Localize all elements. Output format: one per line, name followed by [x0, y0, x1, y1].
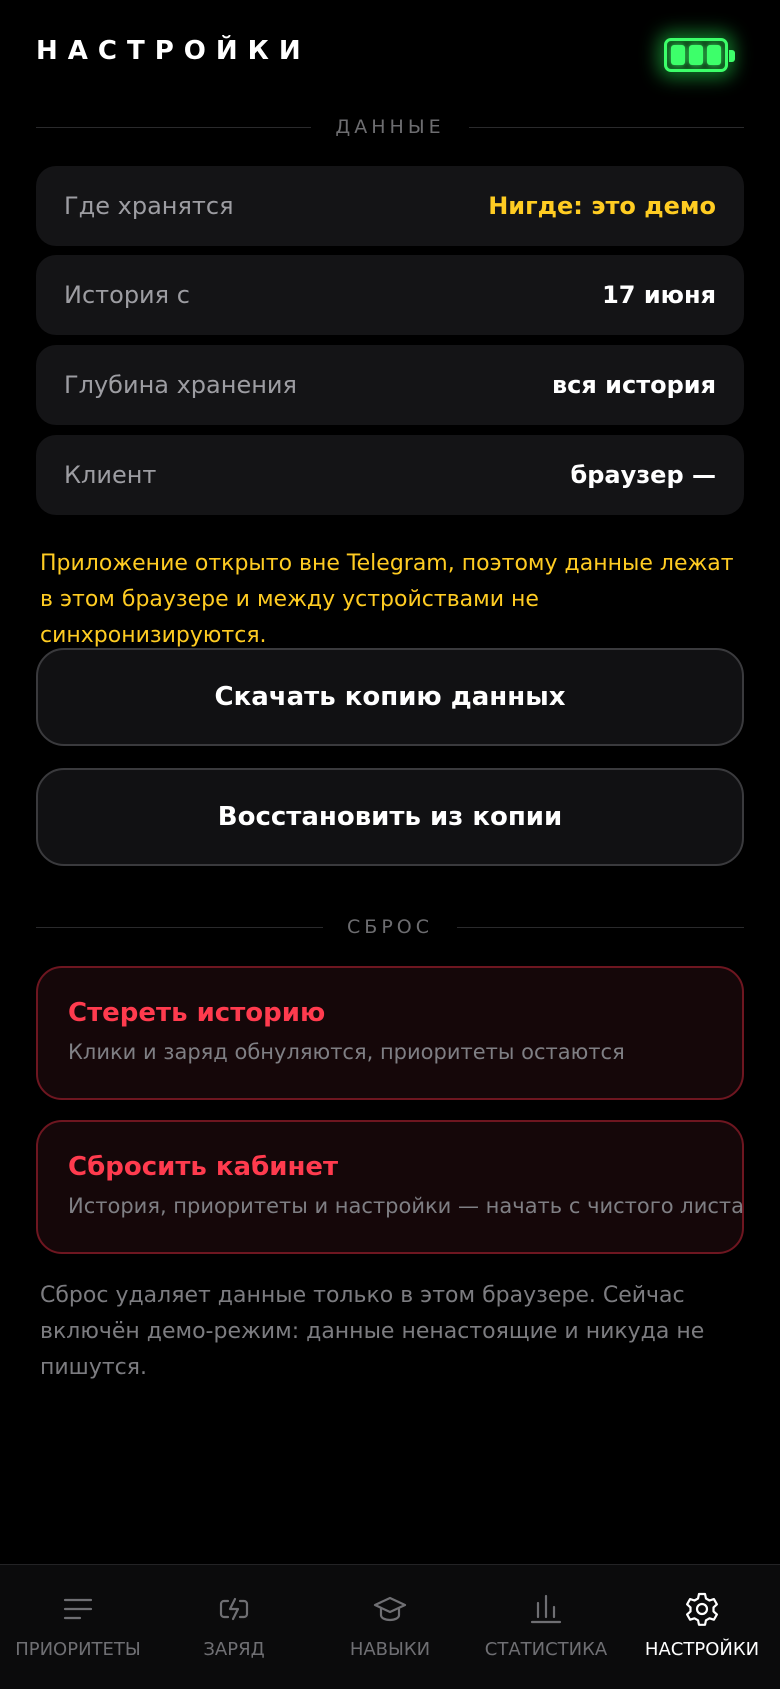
divider-line	[36, 126, 312, 128]
info-row-storage: Где хранятся Нигде: это демо	[36, 166, 744, 246]
reset-cabinet-button[interactable]: Сбросить кабинет История, приоритеты и н…	[36, 1120, 744, 1254]
tab-skills[interactable]: НАВЫКИ	[312, 1565, 468, 1689]
section-divider-reset: СБРОС	[36, 916, 745, 938]
list-icon	[63, 1598, 93, 1620]
reset-footnote: Сброс удаляет данные только в этом брауз…	[40, 1283, 705, 1380]
section-label-data: ДАННЫЕ	[335, 116, 445, 138]
restore-copy-button[interactable]: Восстановить из копии	[36, 768, 744, 866]
tab-label: НАСТРОЙКИ	[644, 1639, 760, 1660]
info-row-key: История с	[64, 281, 190, 309]
battery-cell	[707, 45, 721, 65]
tab-label: ЗАРЯД	[203, 1639, 265, 1660]
info-row-key: Где хранятся	[64, 192, 234, 220]
sync-notice: Приложение открыто вне Telegram, поэтому…	[40, 551, 734, 648]
divider-line	[36, 926, 324, 928]
tab-label: СТАТИСТИКА	[484, 1639, 608, 1660]
info-row-value: вся история	[551, 371, 716, 399]
tab-charge[interactable]: ЗАРЯД	[156, 1565, 312, 1689]
clear-history-title: Стереть историю	[68, 998, 326, 1028]
tab-priorities[interactable]: ПРИОРИТЕТЫ	[0, 1565, 156, 1689]
tab-label: ПРИОРИТЕТЫ	[15, 1639, 141, 1660]
info-row-key: Клиент	[64, 461, 157, 489]
tab-statistics[interactable]: СТАТИСТИКА	[468, 1565, 624, 1689]
info-row-key: Глубина хранения	[64, 371, 297, 399]
info-row-history-since: История с 17 июня	[36, 255, 744, 335]
tab-label: НАВЫКИ	[349, 1639, 431, 1660]
section-label-reset: СБРОС	[347, 916, 433, 938]
info-row-value: Нигде: это демо	[488, 192, 716, 220]
reset-cabinet-subtitle: История, приоритеты и настройки — начать…	[68, 1194, 745, 1218]
battery-cell	[671, 45, 685, 65]
section-divider-data: ДАННЫЕ	[36, 116, 744, 138]
gear-icon	[686, 1592, 718, 1626]
info-row-value: браузер —	[570, 461, 716, 489]
tab-settings[interactable]: НАСТРОЙКИ	[624, 1565, 780, 1689]
header: НАСТРОЙКИ	[0, 0, 780, 110]
graduation-cap-icon	[373, 1596, 407, 1622]
clear-history-subtitle: Клики и заряд обнуляются, приоритеты ост…	[68, 1040, 625, 1064]
download-copy-button[interactable]: Скачать копию данных	[36, 648, 744, 746]
page-title: НАСТРОЙКИ	[36, 36, 311, 66]
info-row-value: 17 июня	[602, 281, 716, 309]
battery-cell	[689, 45, 703, 65]
clear-history-button[interactable]: Стереть историю Клики и заряд обнуляются…	[36, 966, 744, 1100]
battery-full-icon	[664, 38, 735, 72]
battery-tip	[729, 50, 735, 62]
reset-cabinet-title: Сбросить кабинет	[68, 1152, 339, 1182]
info-row-retention: Глубина хранения вся история	[36, 345, 744, 425]
bottom-tab-bar: ПРИОРИТЕТЫ ЗАРЯД НАВЫКИ СТАТИСТИКА НАСТР…	[0, 1564, 780, 1689]
divider-line	[457, 926, 745, 928]
divider-line	[468, 126, 744, 128]
charge-icon	[219, 1597, 249, 1621]
info-row-client: Клиент браузер —	[36, 435, 744, 515]
bar-chart-icon	[530, 1594, 562, 1624]
